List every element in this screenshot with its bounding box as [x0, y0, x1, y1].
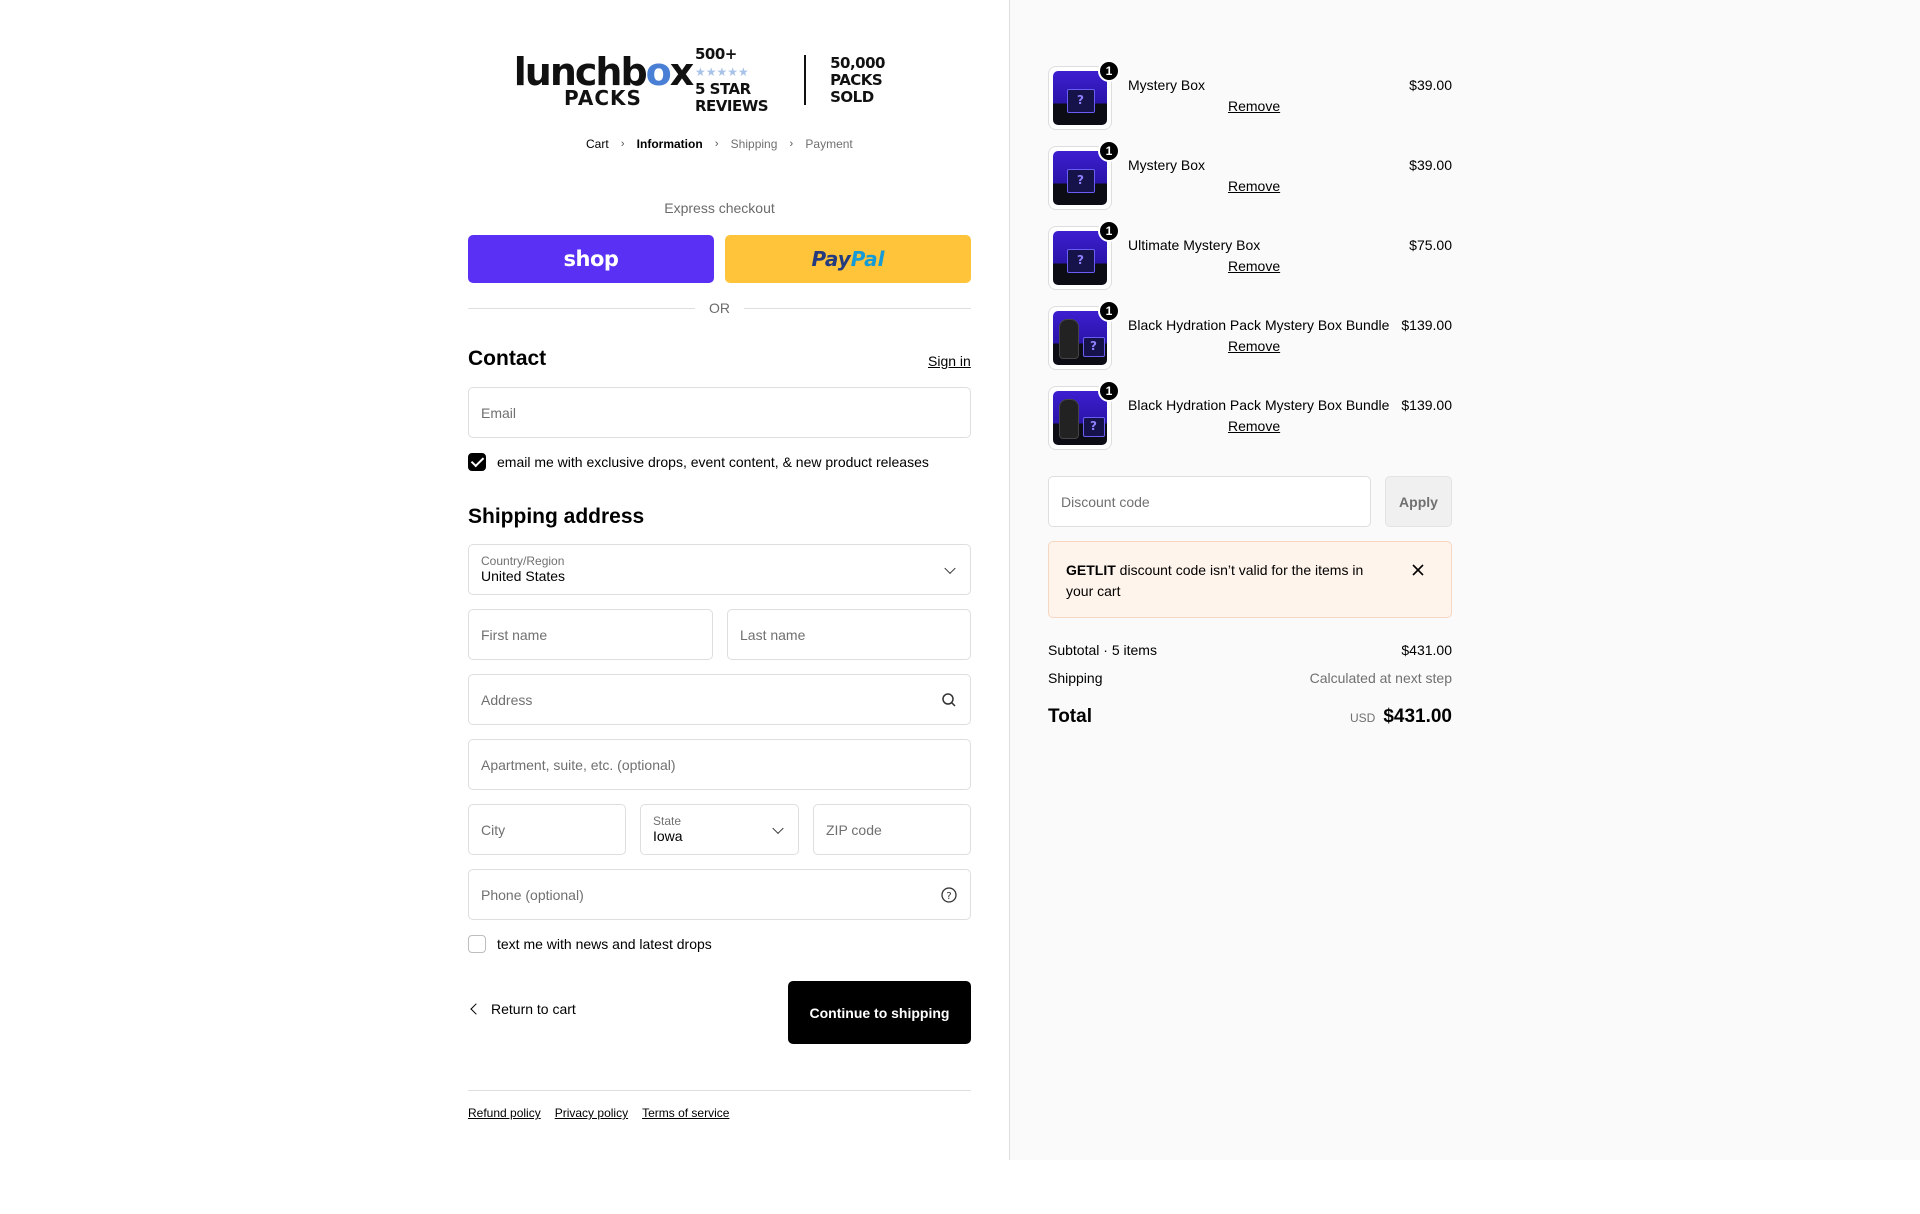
or-divider: OR — [468, 300, 971, 316]
svg-text:?: ? — [946, 891, 951, 902]
sign-in-link[interactable]: Sign in — [928, 353, 971, 369]
cart-item: ? 1 Ultimate Mystery Box Remove $75.00 — [1048, 220, 1452, 290]
total-value: $431.00 — [1383, 706, 1452, 727]
phone-field[interactable]: Phone (optional) ? — [468, 869, 971, 920]
remove-item-link[interactable]: Remove — [1228, 338, 1280, 354]
email-marketing-checkbox[interactable] — [468, 453, 486, 471]
item-price: $39.00 — [1409, 77, 1452, 93]
quantity-badge: 1 — [1098, 220, 1120, 242]
shipping-value: Calculated at next step — [1309, 670, 1452, 686]
return-to-cart-link[interactable]: Return to cart — [468, 1001, 576, 1017]
state-select[interactable]: State Iowa — [640, 804, 799, 855]
logo-divider — [803, 55, 807, 105]
first-name-field[interactable]: First name — [468, 609, 713, 660]
zip-field[interactable]: ZIP code — [813, 804, 971, 855]
breadcrumb-information: Information — [636, 137, 703, 151]
breadcrumb-payment: Payment — [805, 137, 853, 151]
search-icon — [942, 692, 956, 707]
apartment-field[interactable]: Apartment, suite, etc. (optional) — [468, 739, 971, 790]
currency-code: USD — [1349, 711, 1376, 725]
breadcrumb-shipping: Shipping — [730, 137, 778, 151]
item-price: $75.00 — [1409, 237, 1452, 253]
chevron-down-icon — [772, 822, 784, 834]
item-name: Mystery Box — [1128, 77, 1206, 93]
discount-code-field[interactable]: Discount code — [1048, 476, 1371, 527]
help-icon[interactable]: ? — [940, 886, 958, 904]
refund-policy-link[interactable]: Refund policy — [468, 1106, 541, 1120]
email-field[interactable]: Email — [468, 387, 971, 438]
close-icon[interactable] — [1411, 563, 1425, 577]
chevron-right-icon: › — [714, 138, 719, 150]
sms-marketing-label: text me with news and latest drops — [497, 936, 712, 952]
logo-wordmark: lunchbox PACKS — [513, 50, 695, 110]
remove-item-link[interactable]: Remove — [1228, 98, 1280, 114]
contact-heading: Contact — [468, 347, 547, 370]
chevron-right-icon: › — [789, 138, 794, 150]
brand-logo[interactable]: lunchbox PACKS 500+ ★★★★★ 5 STAR REVIEWS… — [513, 45, 903, 114]
breadcrumb: Cart › Information › Shipping › Payment — [586, 136, 853, 152]
quantity-badge: 1 — [1098, 60, 1120, 82]
remove-item-link[interactable]: Remove — [1228, 418, 1280, 434]
quantity-badge: 1 — [1098, 300, 1120, 322]
remove-item-link[interactable]: Remove — [1228, 258, 1280, 274]
item-price: $139.00 — [1401, 317, 1452, 333]
cart-item: ? 1 Mystery Box Remove $39.00 — [1048, 140, 1452, 210]
sms-marketing-row: text me with news and latest drops — [468, 935, 712, 953]
logo-sold-stat: 50,000 PACKS SOLD — [830, 53, 885, 106]
terms-of-service-link[interactable]: Terms of service — [642, 1106, 729, 1120]
cart-item: ? 1 Mystery Box Remove $39.00 — [1048, 60, 1452, 130]
item-name: Black Hydration Pack Mystery Box Bundle — [1128, 317, 1390, 333]
item-price: $139.00 — [1401, 397, 1452, 413]
address-field[interactable]: Address — [468, 674, 971, 725]
discount-error-alert: GETLIT discount code isn’t valid for the… — [1048, 541, 1452, 618]
logo-reviews-stat: 500+ ★★★★★ 5 STAR REVIEWS — [695, 44, 769, 115]
footer-divider — [468, 1090, 971, 1091]
chevron-right-icon: › — [620, 138, 625, 150]
last-name-field[interactable]: Last name — [727, 609, 971, 660]
quantity-badge: 1 — [1098, 380, 1120, 402]
apply-discount-button[interactable]: Apply — [1385, 476, 1452, 527]
country-select[interactable]: Country/Region United States — [468, 544, 971, 595]
subtotal-row: Subtotal · 5 items $431.00 — [1048, 642, 1452, 658]
total-label: Total — [1048, 706, 1092, 727]
item-name: Ultimate Mystery Box — [1128, 237, 1261, 253]
paypal-button[interactable]: Pay Pal — [725, 235, 971, 283]
city-field[interactable]: City — [468, 804, 626, 855]
email-marketing-label: email me with exclusive drops, event con… — [497, 454, 929, 470]
continue-to-shipping-button[interactable]: Continue to shipping — [788, 981, 971, 1044]
subtotal-label: Subtotal · 5 items — [1048, 642, 1157, 658]
shipping-label: Shipping — [1048, 670, 1103, 686]
sms-marketing-checkbox[interactable] — [468, 935, 486, 953]
footer-links: Refund policy Privacy policy Terms of se… — [468, 1106, 729, 1120]
cart-item: ? 1 Black Hydration Pack Mystery Box Bun… — [1048, 380, 1452, 450]
subtotal-value: $431.00 — [1401, 642, 1452, 658]
cart-item: ? 1 Black Hydration Pack Mystery Box Bun… — [1048, 300, 1452, 370]
remove-item-link[interactable]: Remove — [1228, 178, 1280, 194]
chevron-left-icon — [470, 1003, 482, 1015]
breadcrumb-cart[interactable]: Cart — [586, 137, 609, 151]
shipping-row: Shipping Calculated at next step — [1048, 670, 1452, 686]
shop-pay-button[interactable]: shop — [468, 235, 714, 283]
express-checkout-label: Express checkout — [664, 200, 775, 216]
item-price: $39.00 — [1409, 157, 1452, 173]
quantity-badge: 1 — [1098, 140, 1120, 162]
item-name: Black Hydration Pack Mystery Box Bundle — [1128, 397, 1390, 413]
item-name: Mystery Box — [1128, 157, 1206, 173]
email-marketing-row: email me with exclusive drops, event con… — [468, 453, 929, 471]
shipping-address-heading: Shipping address — [468, 505, 645, 528]
chevron-down-icon — [944, 562, 956, 574]
privacy-policy-link[interactable]: Privacy policy — [555, 1106, 628, 1120]
total-row: Total USD $431.00 — [1048, 706, 1452, 728]
